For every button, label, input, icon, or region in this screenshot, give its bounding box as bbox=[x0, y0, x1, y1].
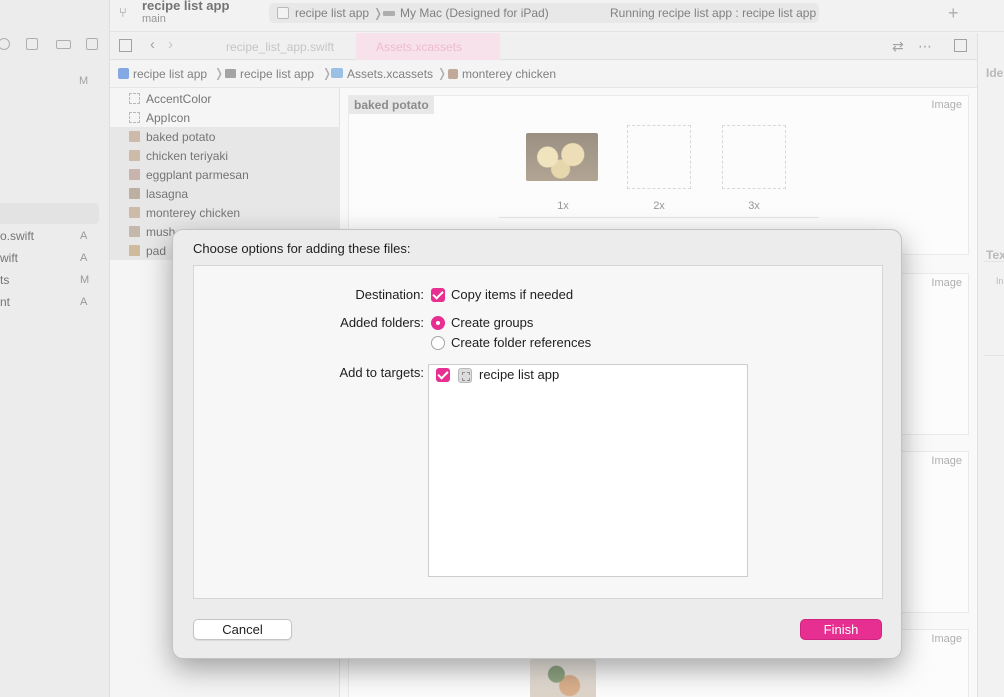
dialog-title: Choose options for adding these files: bbox=[193, 241, 411, 256]
create-groups-radio[interactable] bbox=[431, 316, 445, 330]
create-folder-references-radio[interactable] bbox=[431, 336, 445, 350]
add-to-targets-label: Add to targets: bbox=[339, 365, 424, 380]
copy-items-checkbox[interactable] bbox=[431, 288, 445, 302]
target-checkbox[interactable] bbox=[436, 368, 450, 382]
finish-button[interactable]: Finish bbox=[800, 619, 882, 640]
add-files-dialog: Choose options for adding these files: D… bbox=[172, 229, 902, 659]
create-folder-references-label[interactable]: Create folder references bbox=[451, 335, 591, 350]
target-app-icon bbox=[458, 368, 472, 383]
options-panel: Destination: Copy items if needed Added … bbox=[193, 265, 883, 599]
copy-items-label[interactable]: Copy items if needed bbox=[451, 287, 573, 302]
added-folders-label: Added folders: bbox=[340, 315, 424, 330]
create-groups-label[interactable]: Create groups bbox=[451, 315, 533, 330]
destination-label: Destination: bbox=[355, 287, 424, 302]
targets-list: recipe list app bbox=[428, 364, 748, 577]
target-name[interactable]: recipe list app bbox=[479, 367, 559, 382]
cancel-button[interactable]: Cancel bbox=[193, 619, 292, 640]
